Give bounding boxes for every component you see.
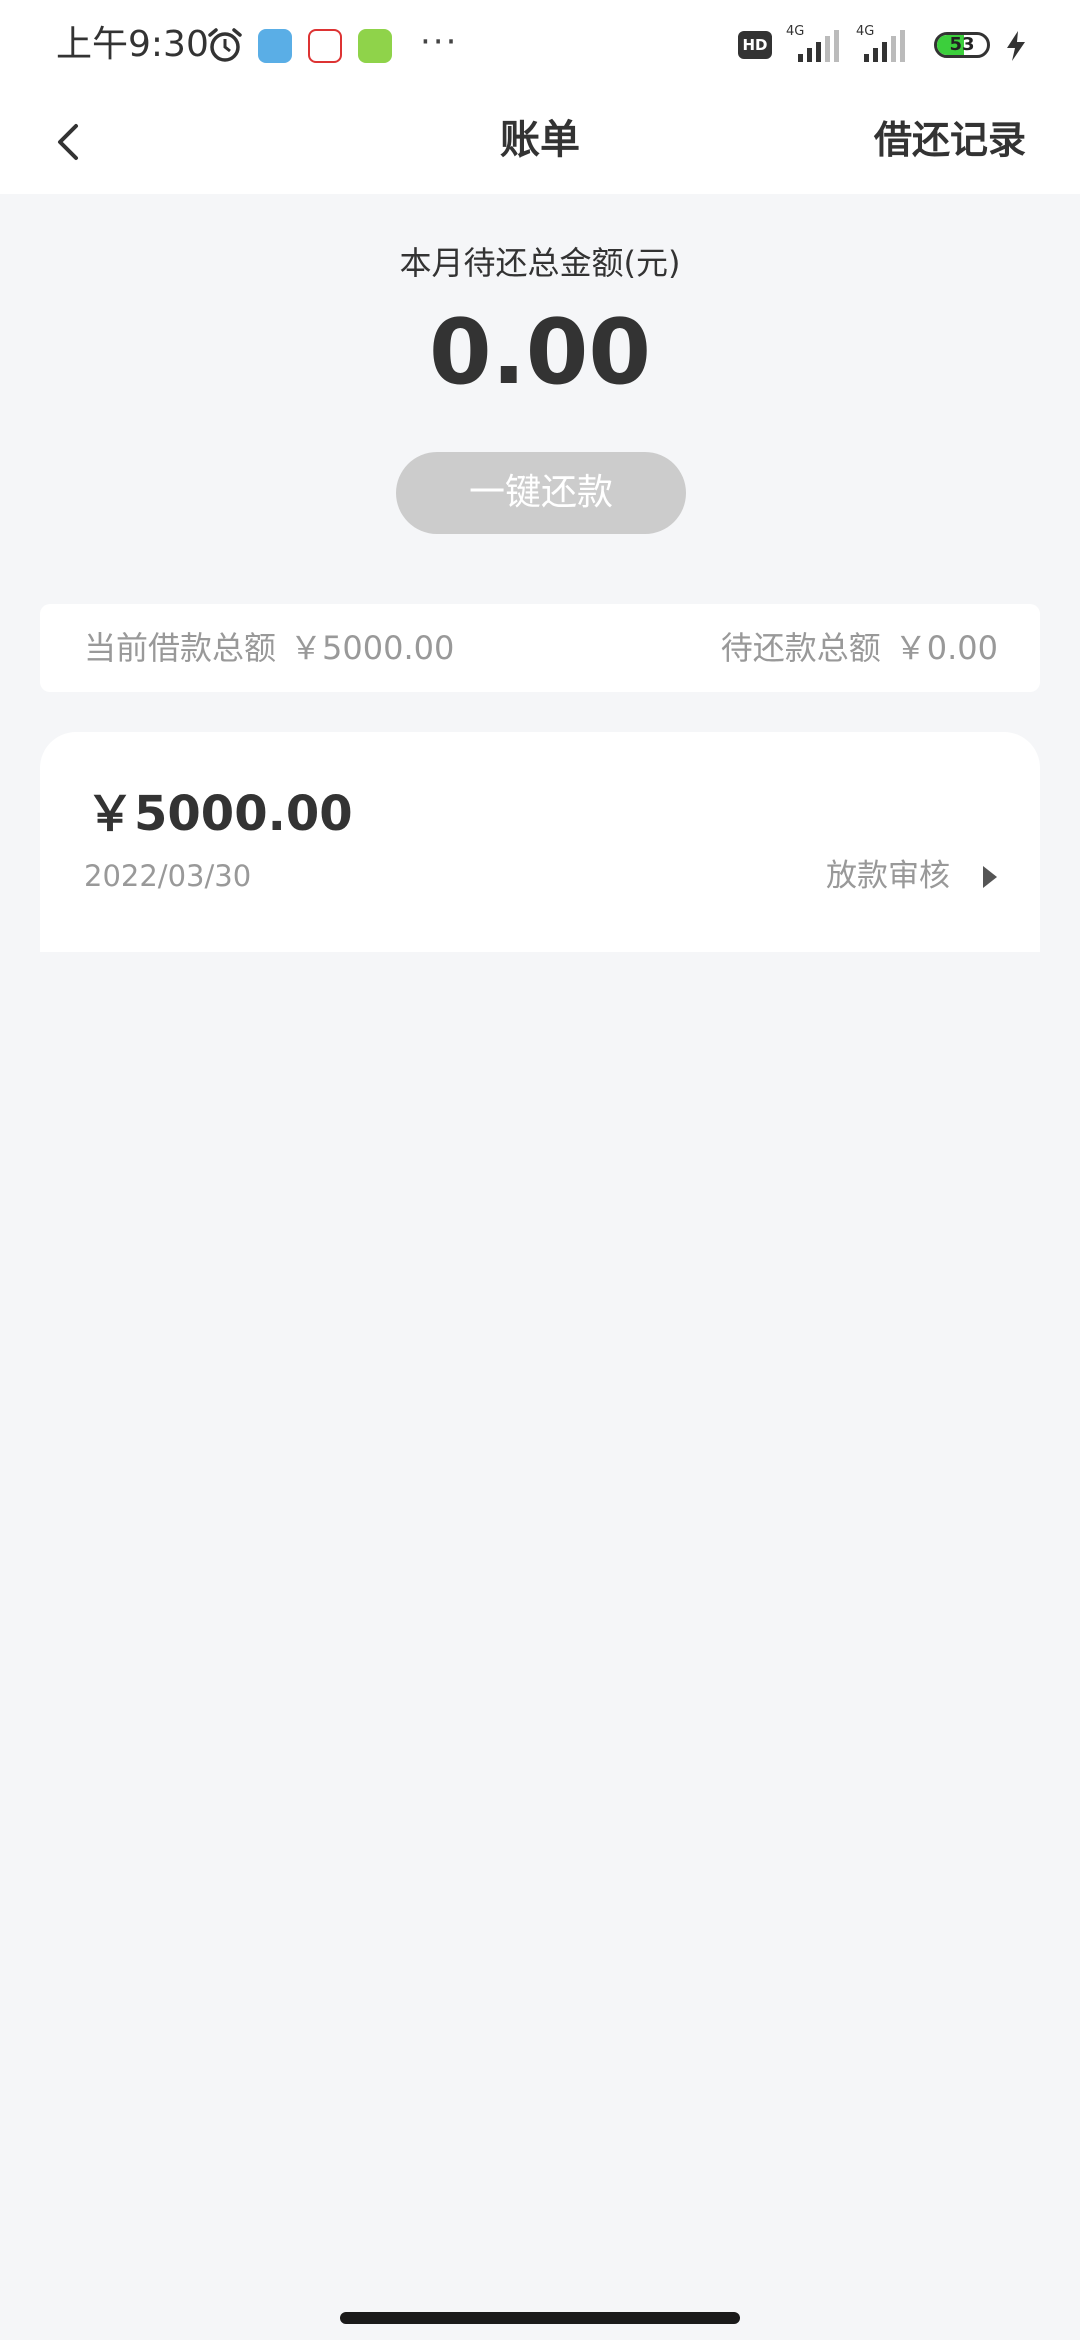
svg-text:4G: 4G bbox=[786, 24, 804, 39]
triangle-right-icon[interactable] bbox=[980, 864, 1000, 890]
loan-total-label: 当前借款总额 bbox=[84, 629, 277, 667]
app-icon bbox=[308, 29, 342, 63]
status-bar: 上午9:30 ··· HD 4G 4G 53 bbox=[0, 0, 1080, 90]
charging-icon bbox=[1007, 31, 1025, 61]
monthly-due-label: 本月待还总金额(元) bbox=[399, 244, 681, 282]
back-button[interactable] bbox=[46, 114, 96, 170]
more-icon: ··· bbox=[420, 22, 459, 62]
status-time: 上午9:30 bbox=[56, 24, 209, 65]
battery-icon: 53 bbox=[934, 32, 990, 58]
bill-amount: ￥5000.00 bbox=[86, 786, 353, 842]
svg-text:4G: 4G bbox=[856, 24, 874, 39]
pending-total: 待还款总额 ￥0.00 bbox=[721, 604, 998, 692]
bill-date: 2022/03/30 bbox=[84, 859, 252, 893]
bill-card[interactable]: ￥5000.00 2022/03/30 放款审核 bbox=[40, 732, 1040, 952]
loan-total-value: ￥5000.00 bbox=[290, 629, 455, 667]
app-icon bbox=[258, 29, 292, 63]
app-icon bbox=[358, 29, 392, 63]
home-indicator[interactable] bbox=[340, 2312, 740, 2324]
hd-icon: HD bbox=[738, 31, 772, 59]
battery-level-text: 53 bbox=[949, 34, 975, 55]
nav-bar: 账单 借还记录 bbox=[0, 90, 1080, 194]
pending-total-label: 待还款总额 bbox=[720, 629, 881, 667]
bill-status: 放款审核 bbox=[826, 858, 950, 894]
monthly-due-amount: 0.00 bbox=[428, 300, 652, 405]
loan-total: 当前借款总额 ￥5000.00 bbox=[84, 604, 454, 692]
pending-total-value: ￥0.00 bbox=[894, 629, 998, 667]
signal-icon: 4G bbox=[786, 24, 839, 62]
alarm-icon bbox=[208, 28, 242, 62]
bill-page: 上午9:30 ··· HD 4G 4G 53 账单 借还记录 本月待还总金额(元… bbox=[0, 0, 1080, 2340]
one-click-repay-button[interactable]: 一键还款 bbox=[396, 452, 686, 534]
loan-records-link[interactable]: 借还记录 bbox=[874, 110, 1026, 170]
loan-summary-bar: 当前借款总额 ￥5000.00 待还款总额 ￥0.00 bbox=[40, 604, 1040, 692]
signal-icon: 4G bbox=[856, 24, 905, 62]
